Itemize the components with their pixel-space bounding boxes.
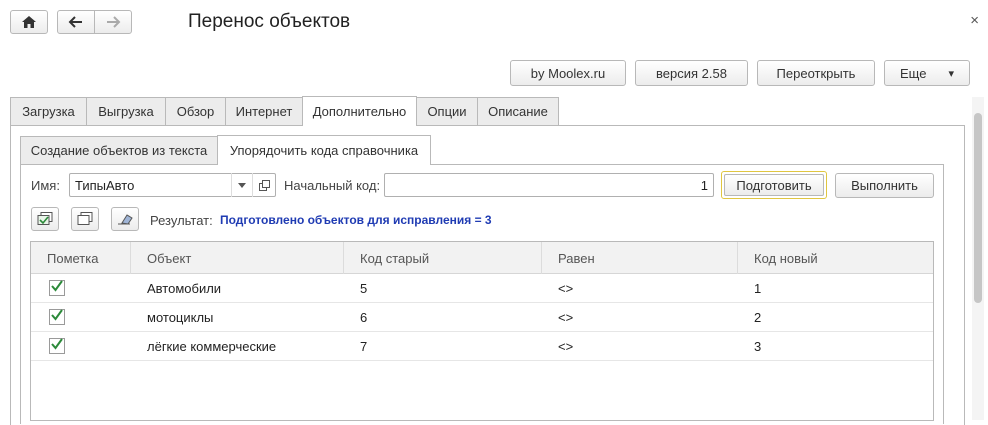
tab-divider [10, 125, 965, 126]
clear-button[interactable] [111, 207, 139, 231]
column-header-equal[interactable]: Равен [542, 242, 738, 274]
table-row[interactable]: мотоциклы 6 <> 2 [31, 303, 933, 332]
start-code-label: Начальный код: [284, 178, 381, 193]
column-header-new-code[interactable]: Код новый [738, 242, 933, 274]
cell-object: Автомобили [147, 281, 222, 296]
cell-object: мотоциклы [147, 310, 214, 325]
tab-zagruzka[interactable]: Загрузка [10, 97, 87, 125]
home-icon [22, 16, 36, 28]
more-label: Еще [900, 65, 927, 81]
start-code-value: 1 [700, 177, 708, 193]
checkmark-icon [51, 338, 63, 350]
check-all-icon [37, 212, 53, 225]
cell-equal: <> [558, 339, 574, 354]
column-header-old-code[interactable]: Код старый [344, 242, 542, 274]
result-value: Подготовлено объектов для исправления = … [220, 213, 492, 227]
subtab-divider [20, 164, 944, 165]
tab-optsii[interactable]: Опции [416, 97, 478, 125]
scrollbar-thumb[interactable] [974, 113, 982, 303]
eraser-icon [118, 214, 133, 225]
reopen-button[interactable]: Переоткрыть [757, 60, 875, 86]
chevron-down-icon: ▾ [948, 67, 954, 80]
row-checkbox[interactable] [49, 309, 65, 325]
tab-internet[interactable]: Интернет [225, 97, 303, 125]
name-value: ТипыАвто [75, 177, 135, 193]
uncheck-all-button[interactable] [71, 207, 99, 231]
execute-button[interactable]: Выполнить [835, 173, 934, 198]
table-row[interactable]: лёгкие коммерческие 7 <> 3 [31, 332, 933, 361]
objects-table: Пометка Объект Код старый Равен Код новы… [30, 241, 934, 421]
chevron-down-icon [238, 182, 246, 188]
checkmark-icon [51, 280, 63, 292]
uncheck-all-icon [77, 212, 93, 225]
table-row[interactable]: Автомобили 5 <> 1 [31, 274, 933, 303]
prepare-button-label: Подготовить [724, 174, 824, 196]
dropdown-button[interactable] [231, 173, 252, 197]
cell-new-code: 3 [754, 339, 762, 354]
arrow-left-icon [68, 16, 82, 28]
prepare-button[interactable]: Подготовить [721, 171, 827, 199]
open-button[interactable] [252, 173, 275, 197]
moolex-button[interactable]: by Moolex.ru [510, 60, 626, 86]
subtab-create-from-text[interactable]: Создание объектов из текста [20, 136, 218, 164]
start-code-field[interactable]: 1 [384, 173, 714, 197]
forward-button[interactable] [94, 10, 132, 34]
more-button[interactable]: Еще ▾ [884, 60, 970, 86]
cell-equal: <> [558, 310, 574, 325]
tab-vygruzka[interactable]: Выгрузка [86, 97, 166, 125]
cell-old-code: 6 [360, 310, 368, 325]
name-label: Имя: [31, 178, 60, 193]
cell-object: лёгкие коммерческие [147, 339, 277, 354]
window-title: Перенос объектов [188, 11, 351, 32]
cell-old-code: 7 [360, 339, 368, 354]
cell-old-code: 5 [360, 281, 368, 296]
cell-equal: <> [558, 281, 574, 296]
row-checkbox[interactable] [49, 280, 65, 296]
open-window-icon [258, 179, 270, 191]
column-header-mark[interactable]: Пометка [31, 242, 131, 274]
check-all-button[interactable] [31, 207, 59, 231]
result-label: Результат: [150, 213, 213, 228]
tab-dopolnitelno[interactable]: Дополнительно [302, 96, 417, 126]
arrow-right-icon [107, 16, 121, 28]
tab-obzor[interactable]: Обзор [165, 97, 226, 125]
checkmark-icon [51, 309, 63, 321]
close-icon[interactable]: × [970, 12, 979, 29]
tab-opisanie[interactable]: Описание [477, 97, 559, 125]
cell-new-code: 1 [754, 281, 762, 296]
home-button[interactable] [10, 10, 48, 34]
back-button[interactable] [57, 10, 95, 34]
cell-new-code: 2 [754, 310, 762, 325]
column-header-object[interactable]: Объект [131, 242, 344, 274]
row-checkbox[interactable] [49, 338, 65, 354]
version-button[interactable]: версия 2.58 [635, 60, 748, 86]
table-header: Пометка Объект Код старый Равен Код новы… [31, 242, 933, 274]
subtab-order-codes[interactable]: Упорядочить кода справочника [217, 135, 431, 165]
